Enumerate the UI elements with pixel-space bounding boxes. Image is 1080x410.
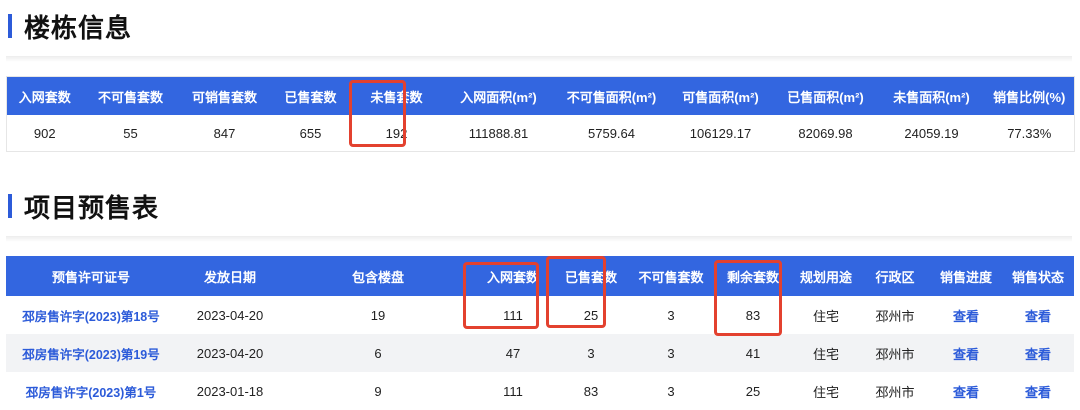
column-header: 可销售套数 xyxy=(178,76,271,115)
table-row: 邳房售许字(2023)第18号 2023-04-20 19 111 25 3 8… xyxy=(6,296,1074,334)
building-info-heading: 楼栋信息 xyxy=(8,6,132,46)
column-header: 未售面积(m²) xyxy=(878,76,985,115)
table-cell: 住宅 xyxy=(792,334,860,372)
table-cell: 2023-01-18 xyxy=(196,383,264,399)
column-header: 销售进度 xyxy=(930,256,1002,296)
table-cell: 24059.19 xyxy=(878,115,985,152)
table-cell: 82069.98 xyxy=(772,115,879,152)
table-cell: 192 xyxy=(350,115,443,152)
heading-accent-bar xyxy=(8,14,12,38)
table-cell: 9 xyxy=(374,383,382,399)
table-cell: 住宅 xyxy=(812,384,839,400)
sales-status-link[interactable]: 查看 xyxy=(1002,334,1074,372)
table-cell: 41 xyxy=(714,334,792,372)
divider xyxy=(6,56,1072,62)
column-header: 销售比例(%) xyxy=(984,76,1075,115)
table-cell: 2023-04-20 xyxy=(176,334,284,372)
building-info-table: 入网套数 不可售套数 可销售套数 已售套数 未售套数 入网面积(m²) 不可售面… xyxy=(6,76,1075,152)
column-header: 销售状态 xyxy=(1002,256,1074,296)
table-cell: 847 xyxy=(178,115,271,152)
table-cell: 住宅 xyxy=(812,308,839,324)
column-header: 预售许可证号 xyxy=(6,256,176,296)
presale-title: 项目预售表 xyxy=(24,193,160,224)
heading-accent-bar xyxy=(8,194,12,218)
table-header-row: 预售许可证号 发放日期 包含楼盘 入网套数 已售套数 不可售套数 剩余套数 规划… xyxy=(6,256,1074,296)
column-header: 不可售面积(m²) xyxy=(554,76,669,115)
column-header: 发放日期 xyxy=(176,256,284,296)
table-cell: 邳州市 xyxy=(875,308,915,324)
building-info-title: 楼栋信息 xyxy=(24,13,133,44)
column-header: 已售面积(m²) xyxy=(772,76,879,115)
license-link[interactable]: 邳房售许字(2023)第1号 xyxy=(6,372,176,410)
table-cell: 3 xyxy=(667,307,675,323)
table-cell: 655 xyxy=(270,115,351,152)
table-cell: 902 xyxy=(6,115,83,152)
sales-progress-link[interactable]: 查看 xyxy=(930,334,1002,372)
column-header: 已售套数 xyxy=(554,256,628,296)
table-cell: 111888.81 xyxy=(442,115,555,152)
column-header: 可售面积(m²) xyxy=(668,76,773,115)
table-cell: 25 xyxy=(583,307,599,323)
column-header: 包含楼盘 xyxy=(284,256,472,296)
table-cell: 邳州市 xyxy=(875,384,915,400)
table-cell: 77.33% xyxy=(984,115,1075,152)
column-header: 入网面积(m²) xyxy=(442,76,555,115)
sales-status-link[interactable]: 查看 xyxy=(1002,372,1074,410)
table-row: 902 55 847 655 192 111888.81 5759.64 106… xyxy=(6,115,1075,152)
table-header-row: 入网套数 不可售套数 可销售套数 已售套数 未售套数 入网面积(m²) 不可售面… xyxy=(6,76,1075,115)
table-cell: 19 xyxy=(370,307,386,323)
column-header: 不可售套数 xyxy=(82,76,179,115)
table-cell: 83 xyxy=(745,307,761,323)
sales-status-link[interactable]: 查看 xyxy=(1002,296,1074,334)
license-link[interactable]: 邳房售许字(2023)第19号 xyxy=(6,334,176,372)
table-cell: 3 xyxy=(554,334,628,372)
column-header: 剩余套数 xyxy=(714,256,792,296)
table-row: 邳房售许字(2023)第19号 2023-04-20 6 47 3 3 41 住… xyxy=(6,334,1074,372)
column-header: 行政区 xyxy=(860,256,930,296)
table-cell: 111 xyxy=(503,307,523,323)
column-header: 入网套数 xyxy=(472,256,554,296)
table-cell: 83 xyxy=(583,383,599,399)
column-header: 不可售套数 xyxy=(628,256,714,296)
column-header: 规划用途 xyxy=(792,256,860,296)
table-cell: 5759.64 xyxy=(554,115,669,152)
divider xyxy=(6,236,1072,242)
table-cell: 2023-04-20 xyxy=(196,307,264,323)
table-cell: 邳州市 xyxy=(860,334,930,372)
column-header: 未售套数 xyxy=(350,76,443,115)
table-cell: 55 xyxy=(82,115,179,152)
table-cell: 3 xyxy=(667,383,675,399)
table-cell: 3 xyxy=(628,334,714,372)
table-cell: 25 xyxy=(745,383,761,399)
table-cell: 47 xyxy=(472,334,554,372)
presale-heading: 项目预售表 xyxy=(8,186,159,226)
sales-progress-link[interactable]: 查看 xyxy=(930,372,1002,410)
table-row: 邳房售许字(2023)第1号 2023-01-18 9 111 83 3 25 … xyxy=(6,372,1074,410)
table-cell: 111 xyxy=(503,383,523,399)
table-cell: 106129.17 xyxy=(668,115,773,152)
column-header: 已售套数 xyxy=(270,76,351,115)
license-link[interactable]: 邳房售许字(2023)第18号 xyxy=(6,296,176,334)
table-cell: 6 xyxy=(284,334,472,372)
sales-progress-link[interactable]: 查看 xyxy=(930,296,1002,334)
column-header: 入网套数 xyxy=(6,76,83,115)
presale-table: 预售许可证号 发放日期 包含楼盘 入网套数 已售套数 不可售套数 剩余套数 规划… xyxy=(6,256,1074,410)
